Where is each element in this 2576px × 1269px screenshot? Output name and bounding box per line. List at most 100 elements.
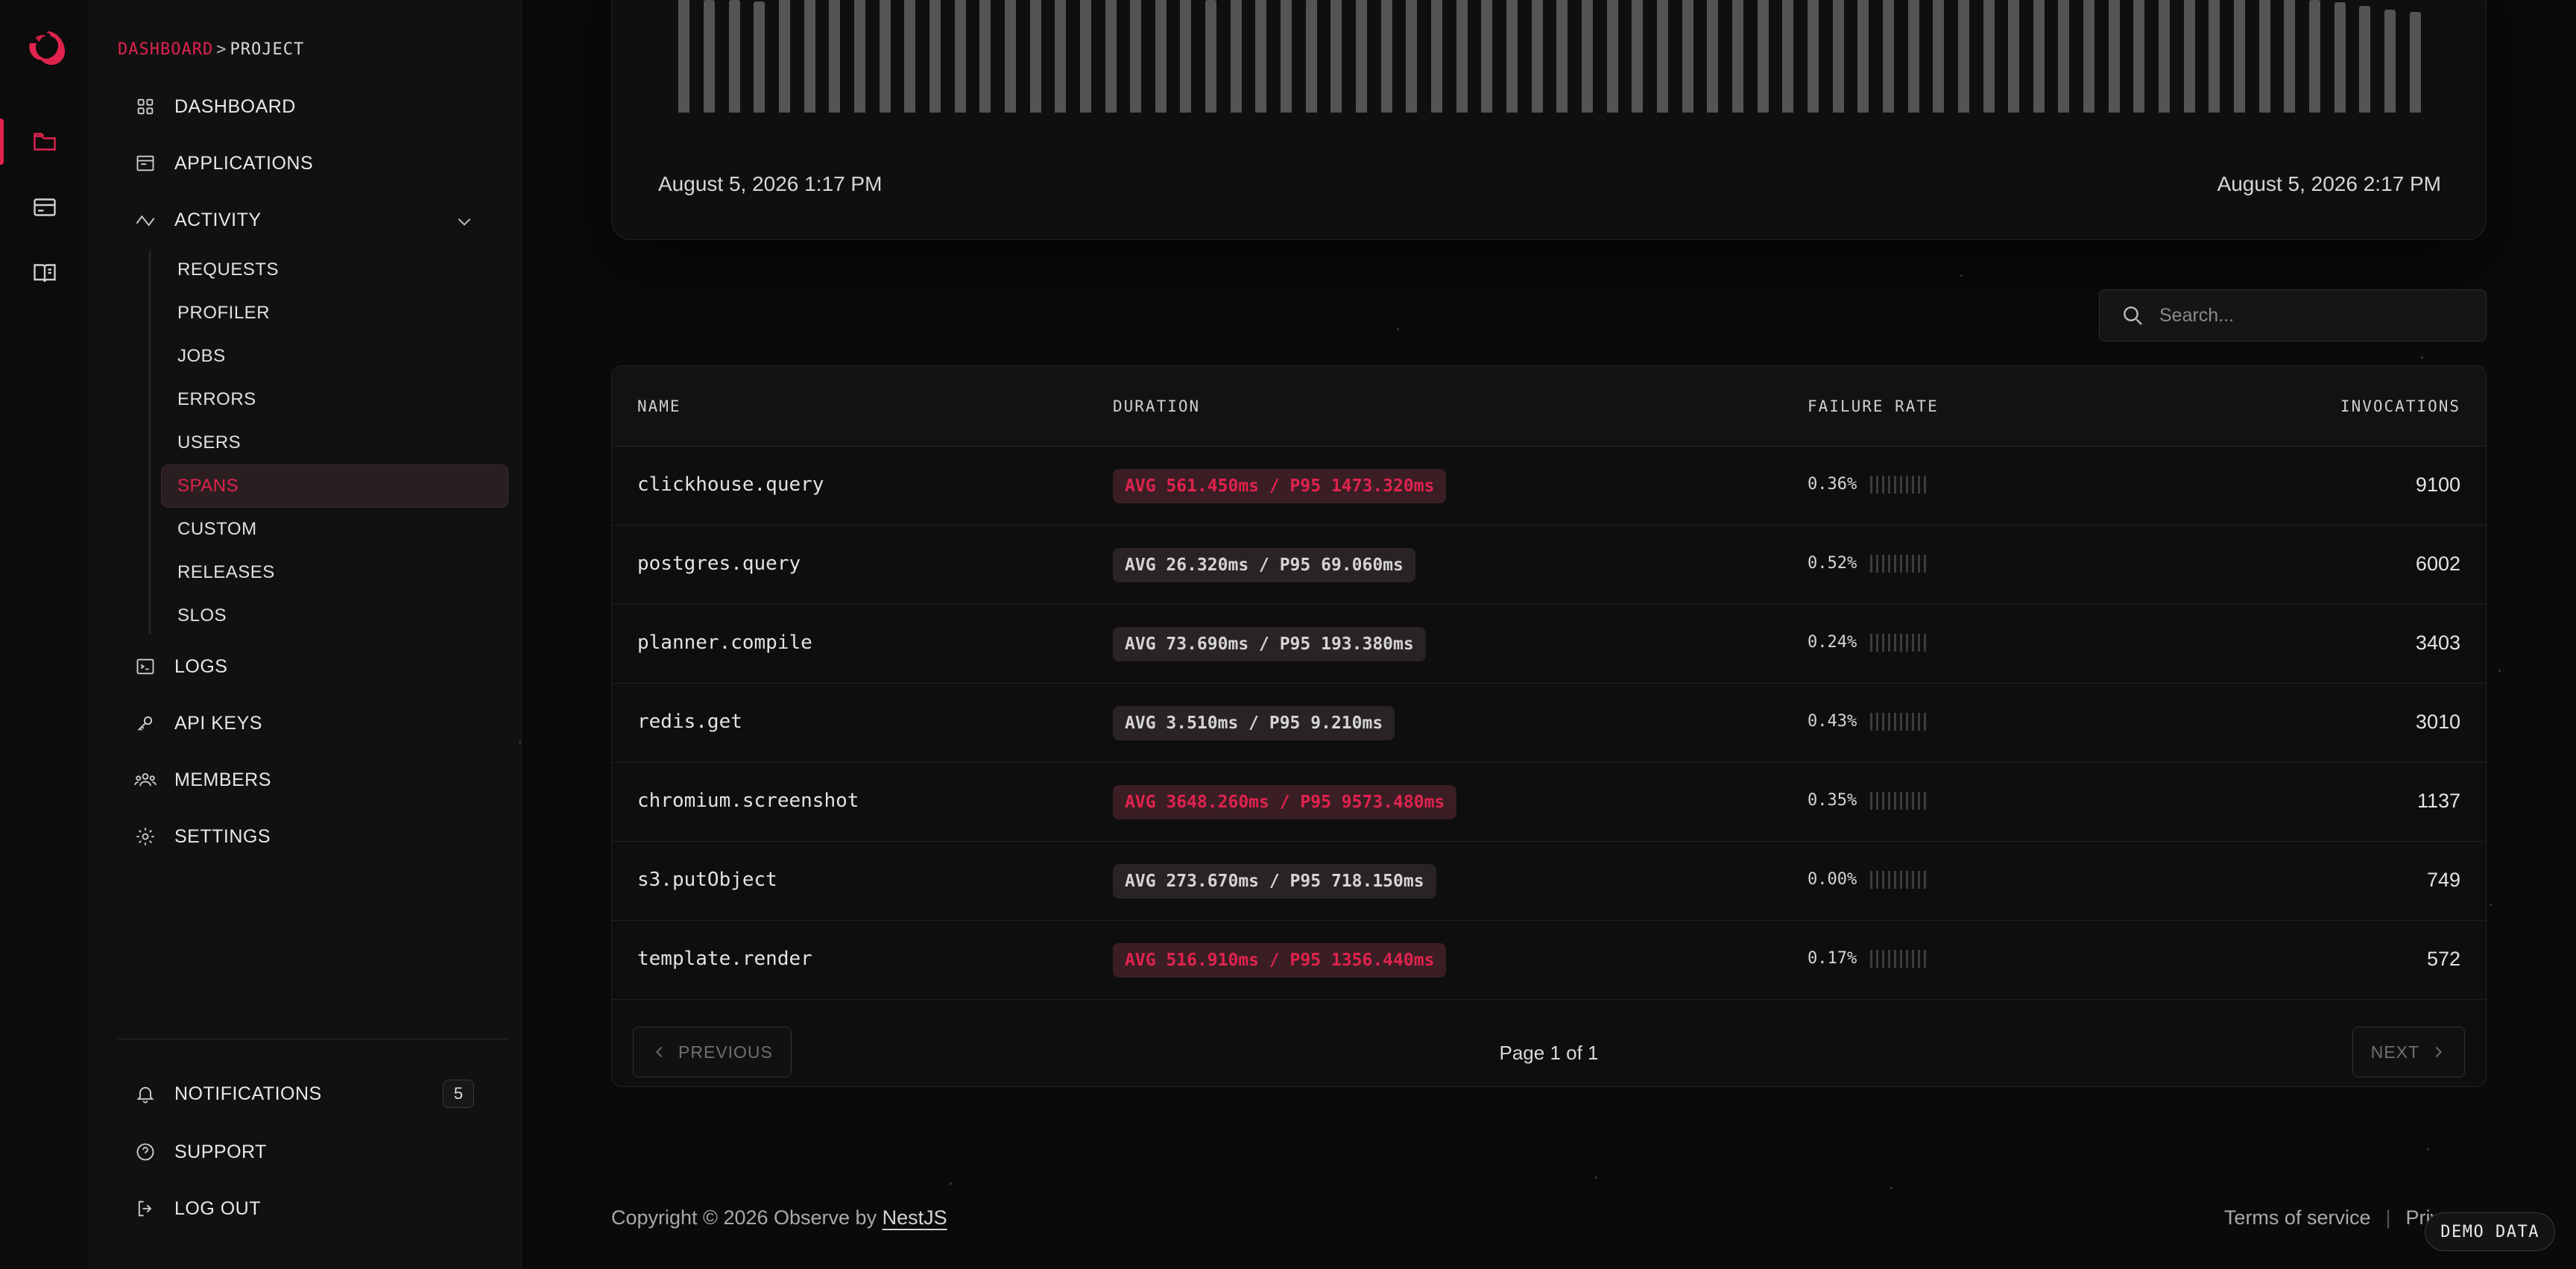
chart-bar[interactable] <box>2008 0 2020 113</box>
column-header-name[interactable]: NAME <box>637 397 681 415</box>
chart-bar[interactable] <box>1305 0 1317 113</box>
chart-bar[interactable] <box>2334 2 2346 113</box>
terms-link[interactable]: Terms of service <box>2224 1206 2371 1229</box>
chart-bar[interactable] <box>1957 0 1969 113</box>
chart-bar[interactable] <box>1807 0 1819 113</box>
chart-bar[interactable] <box>1632 0 1644 113</box>
chart-bar[interactable] <box>1230 0 1242 113</box>
chart-bar[interactable] <box>1456 0 1468 113</box>
chart-bar[interactable] <box>929 0 941 113</box>
sidebar-item-api-keys[interactable]: API KEYS <box>134 707 262 740</box>
column-header-failure-rate[interactable]: FAILURE RATE <box>1808 397 1939 415</box>
chart-bar[interactable] <box>1155 0 1167 113</box>
sidebar-item-logout[interactable]: LOG OUT <box>134 1192 261 1225</box>
sidebar-item-jobs[interactable]: JOBS <box>177 341 226 371</box>
chart-bar[interactable] <box>1481 0 1493 113</box>
chart-bar[interactable] <box>2258 0 2270 113</box>
sidebar-item-activity[interactable]: ACTIVITY <box>134 204 262 236</box>
search-input[interactable] <box>2159 304 2472 327</box>
chart-bar[interactable] <box>2384 10 2396 113</box>
chart-bar[interactable] <box>1606 0 1618 113</box>
chart-bar[interactable] <box>1731 0 1743 113</box>
chart-bar[interactable] <box>804 0 815 113</box>
chart-bar[interactable] <box>1055 0 1067 113</box>
table-row[interactable]: clickhouse.query AVG 561.450ms / P95 1473… <box>612 447 2486 526</box>
chart-bar[interactable] <box>1431 0 1443 113</box>
chart-bar[interactable] <box>2209 0 2220 113</box>
chart-bar[interactable] <box>703 0 715 113</box>
chart-bar[interactable] <box>2083 0 2095 113</box>
chart-bar[interactable] <box>1079 0 1091 113</box>
chart-bar[interactable] <box>2359 6 2371 113</box>
table-row[interactable]: s3.putObject AVG 273.670ms / P95 718.150m… <box>612 842 2486 921</box>
chart-bar[interactable] <box>1406 0 1418 113</box>
sidebar-item-errors[interactable]: ERRORS <box>177 385 256 415</box>
chart-bar[interactable] <box>1506 0 1518 113</box>
sidebar-item-logs[interactable]: LOGS <box>134 650 227 683</box>
chart-bar[interactable] <box>1707 0 1719 113</box>
chart-bar[interactable] <box>2234 0 2246 113</box>
chart-bar[interactable] <box>1682 0 1693 113</box>
sidebar-item-applications[interactable]: APPLICATIONS <box>134 147 313 180</box>
chart-bar[interactable] <box>1531 0 1543 113</box>
breadcrumb-root[interactable]: DASHBOARD <box>118 40 213 59</box>
sidebar-item-custom[interactable]: CUSTOM <box>177 514 257 544</box>
rail-projects-button[interactable] <box>0 114 89 169</box>
chart-bar[interactable] <box>2409 12 2421 113</box>
chart-bar[interactable] <box>1782 0 1794 113</box>
sidebar-item-members[interactable]: MEMBERS <box>134 763 271 796</box>
sidebar-item-profiler[interactable]: PROFILER <box>177 298 270 328</box>
chart-bar[interactable] <box>1029 0 1041 113</box>
chart-bar[interactable] <box>778 0 790 113</box>
chart-bar[interactable] <box>1380 0 1392 113</box>
search-box[interactable] <box>2099 289 2487 341</box>
column-header-duration[interactable]: DURATION <box>1113 397 1200 415</box>
sidebar-item-dashboard[interactable]: DASHBOARD <box>134 90 296 123</box>
chart-bar[interactable] <box>1281 0 1292 113</box>
chart-bar[interactable] <box>1255 0 1267 113</box>
nestjs-link[interactable]: NestJS <box>883 1206 947 1229</box>
table-row[interactable]: redis.get AVG 3.510ms / P95 9.210ms 0.43% 3… <box>612 684 2486 763</box>
chart-bar[interactable] <box>2309 0 2321 113</box>
chart-bar[interactable] <box>1205 0 1217 113</box>
chart-bar[interactable] <box>954 0 966 113</box>
chart-bar[interactable] <box>1004 0 1016 113</box>
chart-bar[interactable] <box>1130 0 1142 113</box>
chart-bar[interactable] <box>1556 0 1568 113</box>
chart-bar[interactable] <box>2159 0 2171 113</box>
chevron-down-icon[interactable] <box>455 212 474 231</box>
chart-bar[interactable] <box>2133 0 2145 113</box>
chart-bar[interactable] <box>829 0 841 113</box>
chart-bar[interactable] <box>2284 0 2296 113</box>
chart-bar[interactable] <box>1983 0 1995 113</box>
table-row[interactable]: postgres.query AVG 26.320ms / P95 69.060m… <box>612 526 2486 605</box>
chart-bar[interactable] <box>754 1 765 113</box>
sidebar-item-releases[interactable]: RELEASES <box>177 558 275 588</box>
chart-bar[interactable] <box>2033 0 2045 113</box>
sidebar-item-requests[interactable]: REQUESTS <box>177 255 279 285</box>
sidebar-item-users[interactable]: USERS <box>177 428 241 458</box>
chart-bar[interactable] <box>2183 0 2195 113</box>
table-row[interactable]: template.render AVG 516.910ms / P95 1356.… <box>612 921 2486 1000</box>
sidebar-item-slos[interactable]: SLOS <box>177 601 227 631</box>
table-row[interactable]: planner.compile AVG 73.690ms / P95 193.38… <box>612 605 2486 684</box>
chart-bar[interactable] <box>1933 0 1945 113</box>
chart-bar[interactable] <box>853 0 865 113</box>
rail-billing-button[interactable] <box>0 180 89 235</box>
chart-bar[interactable] <box>2058 0 2070 113</box>
chart-bar[interactable] <box>1907 0 1919 113</box>
chart-bar[interactable] <box>1330 0 1342 113</box>
chart-bar[interactable] <box>1180 0 1192 113</box>
table-row[interactable]: chromium.screenshot AVG 3648.260ms / P95 … <box>612 763 2486 842</box>
chart-bar[interactable] <box>1832 0 1844 113</box>
chart-bar[interactable] <box>879 0 891 113</box>
nestjs-logo-icon[interactable] <box>21 27 69 75</box>
rail-docs-button[interactable] <box>0 245 89 300</box>
chart-bar[interactable] <box>1105 0 1117 113</box>
chart-bar[interactable] <box>678 0 690 113</box>
chart-bar[interactable] <box>1857 0 1869 113</box>
chart-bar[interactable] <box>1656 0 1668 113</box>
sidebar-item-spans[interactable]: SPANS <box>177 471 239 501</box>
sidebar-item-notifications[interactable]: NOTIFICATIONS <box>134 1077 322 1110</box>
sidebar-item-settings[interactable]: SETTINGS <box>134 820 271 853</box>
